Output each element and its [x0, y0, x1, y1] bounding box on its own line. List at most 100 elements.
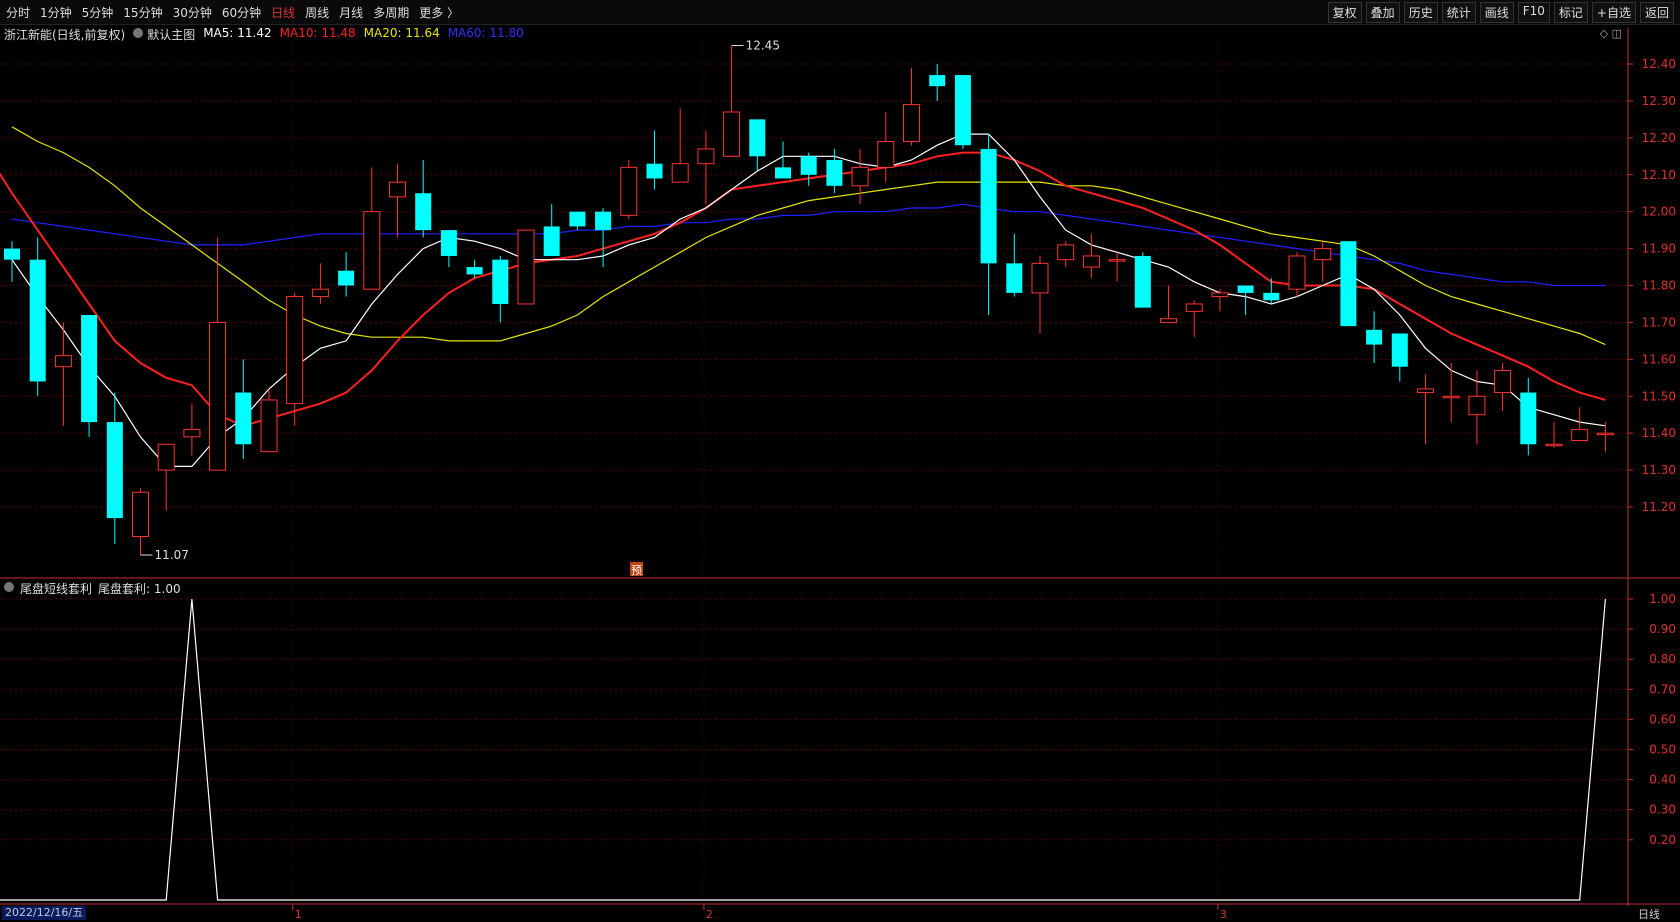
candle [851, 148, 869, 205]
candle [1545, 422, 1563, 448]
candle [877, 111, 895, 183]
candle-body [54, 355, 72, 368]
candle [1082, 233, 1100, 279]
ma60-line [11, 203, 1606, 287]
candle [1160, 285, 1177, 323]
candle [569, 211, 586, 231]
candle-body [1571, 428, 1589, 442]
candle [1314, 241, 1332, 282]
candle [440, 230, 457, 268]
price-tick-label: 11.70 [1642, 315, 1676, 329]
candle-body [1545, 443, 1563, 447]
price-tick-label: 12.40 [1642, 57, 1676, 71]
candle-body [1340, 241, 1357, 327]
candle-body [389, 181, 406, 198]
candle [620, 159, 638, 220]
indicator-tick-label: 0.70 [1649, 682, 1676, 696]
indicator-tick-label: 0.60 [1649, 712, 1676, 726]
indicator-tick-label: 0.20 [1649, 833, 1676, 847]
candle [363, 167, 381, 290]
candle [929, 64, 946, 101]
candle-body [4, 248, 20, 260]
candle [800, 152, 817, 186]
candle [1211, 289, 1229, 312]
candle [29, 237, 46, 397]
candle [286, 292, 304, 426]
candle [1006, 233, 1023, 297]
candle [4, 241, 20, 282]
candle-body [697, 148, 715, 165]
extreme-label: 11.07 [155, 548, 189, 562]
candle [1366, 311, 1383, 364]
candle [749, 119, 766, 172]
indicator-tick-label: 0.90 [1649, 622, 1676, 636]
candle [1442, 363, 1460, 423]
candle [415, 159, 432, 238]
candle [157, 443, 175, 511]
candle [492, 255, 509, 323]
candle [671, 108, 689, 183]
candle [1108, 252, 1126, 282]
candle-body [826, 159, 843, 186]
candle-body [877, 141, 895, 168]
candle [132, 488, 149, 555]
candle-body [157, 443, 175, 471]
candle-body [1211, 292, 1229, 298]
candle-body [1237, 285, 1254, 293]
candle [1417, 374, 1434, 445]
candle-body [1134, 255, 1151, 308]
indicator-tick-label: 0.30 [1649, 803, 1676, 817]
candle [1057, 241, 1075, 268]
candle-body [106, 422, 123, 519]
time-tick-label: 1 [295, 908, 302, 920]
candle [903, 67, 920, 146]
candle-body [440, 230, 457, 256]
candle-body [1160, 318, 1177, 323]
time-tick-label: 3 [1220, 908, 1227, 920]
pre-marker-text: 预 [631, 564, 642, 577]
candle [311, 263, 329, 304]
candle-body [235, 392, 252, 445]
candle [954, 75, 971, 149]
candle [1134, 252, 1151, 308]
indicator-tick-label: 0.80 [1649, 652, 1676, 666]
grid-layer [0, 28, 1680, 906]
candle-body [903, 104, 920, 143]
price-tick-label: 12.30 [1642, 94, 1676, 108]
candle [81, 315, 98, 437]
candle [1288, 252, 1306, 297]
candle-body [723, 111, 741, 157]
stock-chart-canvas[interactable]: 12.4511.07预 12.4012.3012.2012.1012.0011.… [0, 0, 1680, 920]
candle-body [517, 229, 535, 305]
candle-body [260, 399, 278, 453]
candle-body [338, 270, 355, 286]
price-tick-label: 11.50 [1642, 389, 1676, 403]
candle-body [929, 75, 946, 87]
candle-body [980, 148, 997, 264]
candle-body [1082, 255, 1100, 268]
price-tick-label: 12.20 [1642, 131, 1676, 145]
candle-body [1366, 329, 1383, 345]
candle-body [1494, 369, 1512, 394]
candle [1571, 407, 1589, 442]
candle-body [1468, 395, 1486, 416]
ma10-line [0, 151, 1606, 427]
candle-body [595, 211, 612, 231]
candle-body [363, 211, 381, 290]
price-tick-label: 11.90 [1642, 242, 1676, 256]
candle-body [1314, 248, 1332, 261]
candle-body [492, 259, 509, 304]
candle-body [1108, 259, 1126, 262]
candle [1340, 241, 1357, 327]
candle-body [851, 166, 869, 187]
candle-body [1288, 255, 1306, 290]
candle [260, 388, 278, 453]
price-tick-label: 11.30 [1642, 463, 1676, 477]
date-label: 2022/12/16/五 [2, 906, 87, 920]
candle-body [1263, 292, 1280, 301]
candle [980, 134, 997, 316]
candle [1185, 300, 1203, 338]
candle [1391, 333, 1408, 382]
price-tick-label: 11.60 [1642, 352, 1676, 366]
candle-body [620, 166, 638, 216]
